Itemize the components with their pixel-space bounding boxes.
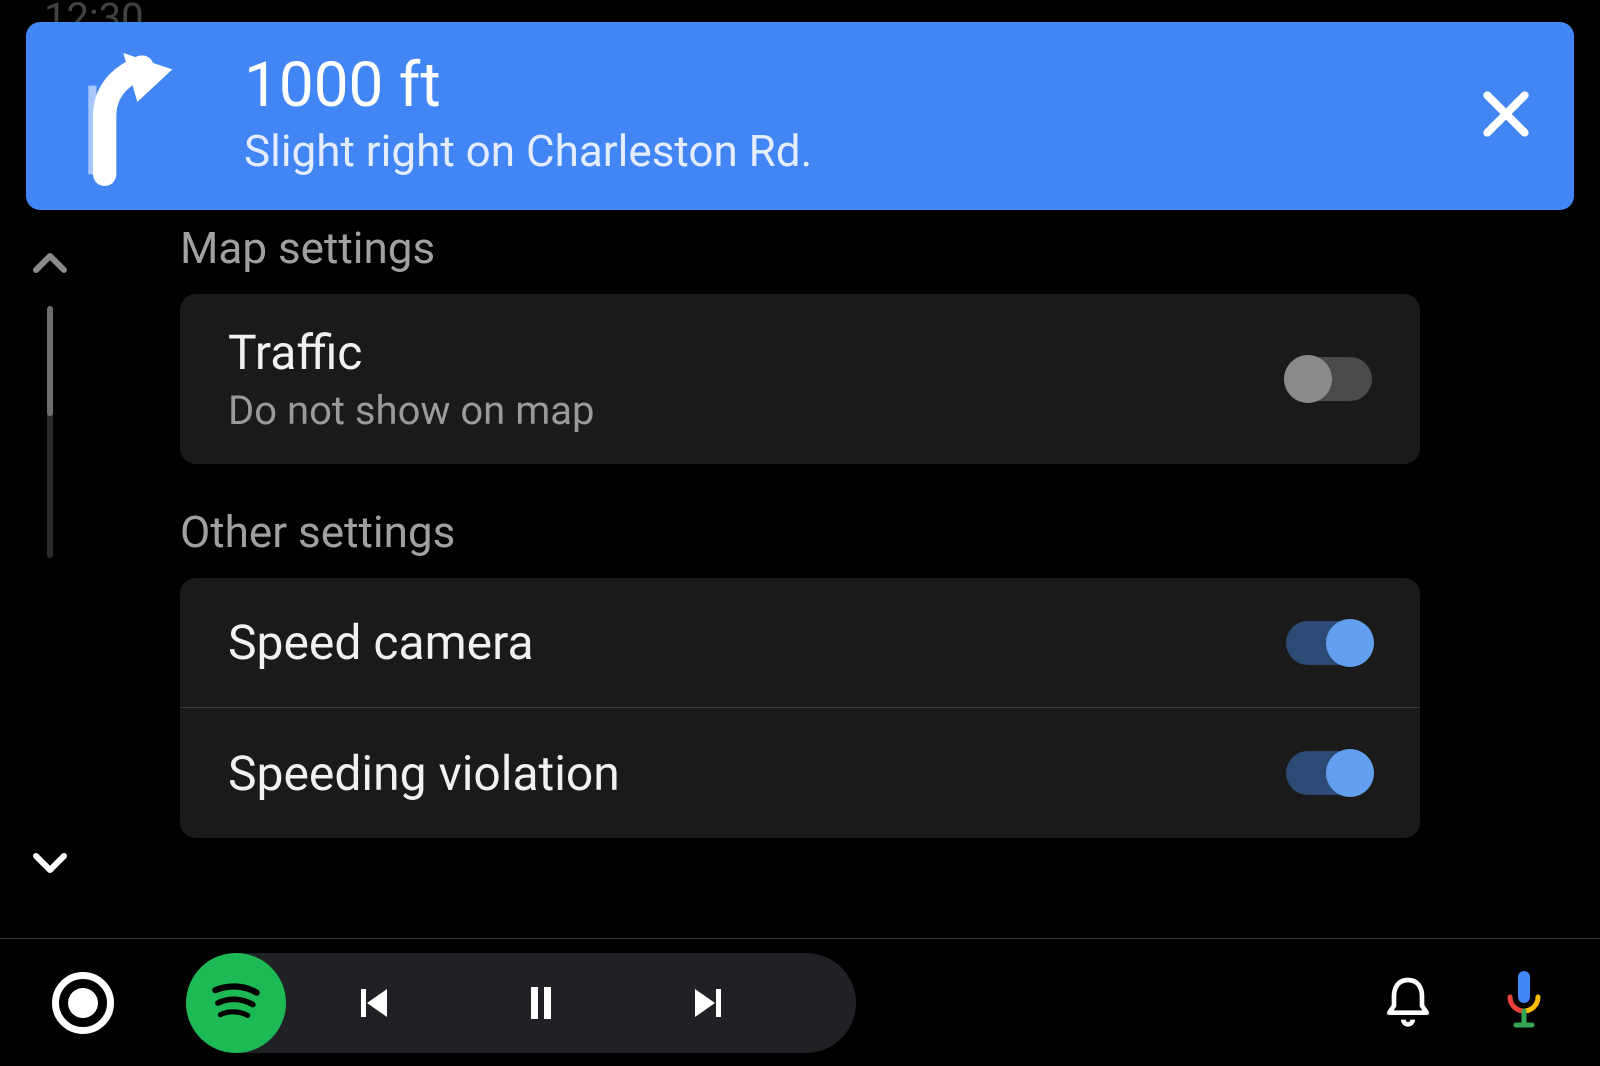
media-controls xyxy=(186,953,856,1053)
next-track-icon[interactable] xyxy=(626,979,796,1027)
turn-slight-right-icon xyxy=(56,46,186,186)
pause-icon[interactable] xyxy=(456,979,626,1027)
scrollbar-thumb[interactable] xyxy=(47,306,53,416)
assistant-mic-icon[interactable] xyxy=(1500,968,1548,1038)
row-traffic-title: Traffic xyxy=(228,324,1286,381)
section-header-map: Map settings xyxy=(180,222,1420,274)
row-speed-camera[interactable]: Speed camera xyxy=(180,578,1420,708)
row-speed-camera-title: Speed camera xyxy=(228,614,1286,671)
section-header-other: Other settings xyxy=(180,506,1420,558)
previous-track-icon[interactable] xyxy=(286,979,456,1027)
card-other-settings: Speed camera Speeding violation xyxy=(180,578,1420,838)
toggle-speeding-violation[interactable] xyxy=(1286,751,1372,795)
toggle-traffic[interactable] xyxy=(1286,357,1372,401)
navigation-direction-card[interactable]: 1000 ft Slight right on Charleston Rd. xyxy=(26,22,1574,210)
bottom-bar xyxy=(0,938,1600,1066)
direction-distance: 1000 ft xyxy=(244,55,1454,117)
settings-column: Map settings Traffic Do not show on map … xyxy=(180,210,1420,838)
spotify-icon[interactable] xyxy=(186,953,286,1053)
chevron-up-icon[interactable] xyxy=(26,240,74,288)
row-speeding-violation[interactable]: Speeding violation xyxy=(180,708,1420,838)
home-button[interactable] xyxy=(52,972,114,1034)
card-map-settings: Traffic Do not show on map xyxy=(180,294,1420,464)
row-traffic-subtitle: Do not show on map xyxy=(228,387,1286,434)
chevron-down-icon[interactable] xyxy=(26,838,74,886)
row-traffic[interactable]: Traffic Do not show on map xyxy=(180,294,1420,464)
toggle-speed-camera[interactable] xyxy=(1286,621,1372,665)
direction-instruction: Slight right on Charleston Rd. xyxy=(244,125,1454,177)
close-icon[interactable] xyxy=(1474,82,1538,150)
notifications-icon[interactable] xyxy=(1380,973,1436,1033)
scroll-rail xyxy=(14,240,86,886)
scrollbar-track[interactable] xyxy=(47,306,53,558)
row-speeding-violation-title: Speeding violation xyxy=(228,745,1286,802)
